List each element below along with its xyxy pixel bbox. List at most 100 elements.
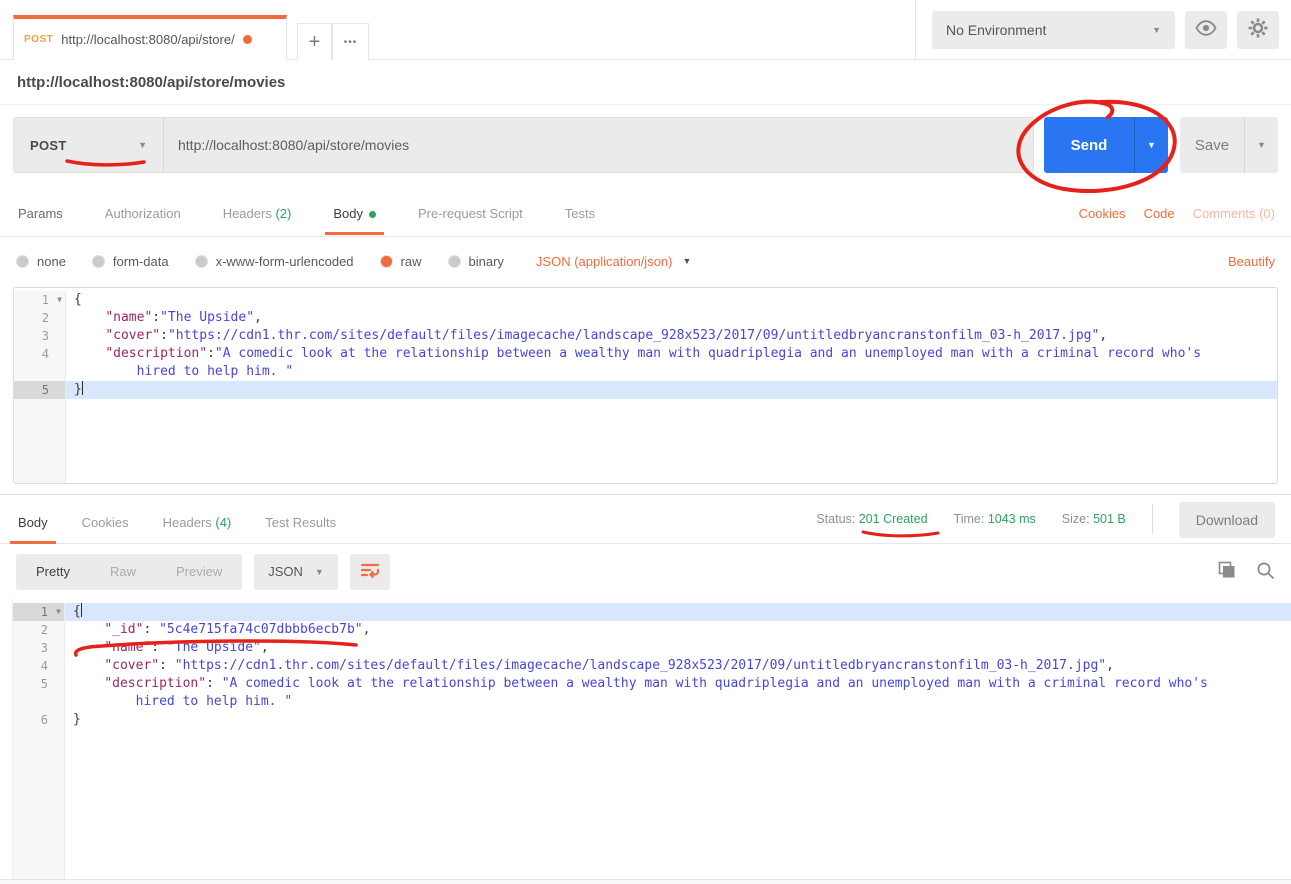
code-line-text[interactable]: }: [65, 711, 1291, 729]
code-line[interactable]: 5 "description": "A comedic look at the …: [13, 675, 1291, 693]
code-line-text[interactable]: {: [66, 291, 1277, 309]
environment-select[interactable]: No Environment ▼: [932, 11, 1175, 49]
code-line-text[interactable]: "_id": "5c4e715fa74c07dbbb6ecb7b",: [65, 621, 1291, 639]
text-cursor: [81, 603, 83, 617]
request-body-editor[interactable]: 1▼{2 "name":"The Upside",3 "cover":"http…: [13, 287, 1278, 484]
postman-app: POST http://localhost:8080/api/store/ + …: [0, 0, 1291, 884]
view-raw[interactable]: Raw: [90, 554, 156, 590]
line-number: 1▼: [14, 291, 66, 309]
url-bar: POST ▼ Send ▼ Save ▼: [0, 105, 1291, 185]
view-preview[interactable]: Preview: [156, 554, 242, 590]
tab-authorization[interactable]: Authorization: [103, 197, 183, 234]
chevron-down-icon: ▼: [682, 256, 691, 266]
line-number: 6: [13, 711, 65, 729]
divider: [1152, 504, 1153, 534]
code-link[interactable]: Code: [1144, 206, 1175, 221]
code-line[interactable]: 2 "_id": "5c4e715fa74c07dbbb6ecb7b",: [13, 621, 1291, 639]
response-meta-row: Body Cookies Headers (4) Test Results St…: [0, 494, 1291, 544]
code-line[interactable]: hired to help him. ": [13, 693, 1291, 711]
save-button[interactable]: Save: [1180, 117, 1244, 173]
url-input[interactable]: [163, 117, 1034, 173]
view-pretty[interactable]: Pretty: [16, 554, 90, 590]
code-line-text[interactable]: "cover": "https://cdn1.thr.com/sites/def…: [65, 657, 1291, 675]
environment-area: No Environment ▼: [915, 0, 1291, 59]
code-line-text[interactable]: "cover":"https://cdn1.thr.com/sites/defa…: [66, 327, 1277, 345]
headers-count: (2): [275, 206, 291, 221]
beautify-link[interactable]: Beautify: [1228, 254, 1275, 269]
horizontal-scrollbar[interactable]: [0, 879, 1291, 884]
copy-button[interactable]: [1218, 561, 1236, 582]
send-button-group: Send ▼: [1044, 117, 1168, 173]
fold-icon[interactable]: ▼: [56, 603, 61, 621]
method-select[interactable]: POST ▼: [13, 117, 163, 173]
top-bar: POST http://localhost:8080/api/store/ + …: [0, 0, 1291, 60]
cookies-link[interactable]: Cookies: [1079, 206, 1126, 221]
send-button[interactable]: Send: [1044, 117, 1134, 173]
code-line-text[interactable]: "description":"A comedic look at the rel…: [66, 345, 1277, 363]
code-line-text[interactable]: "name":"The Upside",: [66, 309, 1277, 327]
code-line[interactable]: 1▼{: [14, 291, 1277, 309]
environment-quick-look-button[interactable]: [1185, 11, 1227, 49]
response-body-editor[interactable]: 1▼{2 "_id": "5c4e715fa74c07dbbb6ecb7b",3…: [12, 599, 1291, 884]
save-options-button[interactable]: ▼: [1244, 117, 1278, 173]
code-line-text[interactable]: }: [66, 381, 1277, 399]
response-format-value: JSON: [268, 564, 303, 579]
line-number: 3: [14, 327, 66, 345]
tab-params[interactable]: Params: [16, 197, 65, 234]
radio-icon: [16, 255, 29, 268]
code-line-text[interactable]: {: [65, 603, 1291, 621]
tab-test-results[interactable]: Test Results: [263, 506, 338, 543]
line-number: 4: [14, 345, 66, 363]
tab-response-headers[interactable]: Headers (4): [161, 506, 234, 543]
code-line[interactable]: 3 "name": "The Upside",: [13, 639, 1291, 657]
tab-headers[interactable]: Headers (2): [221, 197, 294, 234]
request-tab[interactable]: POST http://localhost:8080/api/store/: [13, 15, 287, 60]
tab-response-cookies[interactable]: Cookies: [80, 506, 131, 543]
download-button[interactable]: Download: [1179, 502, 1275, 538]
chevron-down-icon: ▼: [138, 140, 147, 150]
tab-method-badge: POST: [24, 34, 53, 45]
code-line-text[interactable]: "name": "The Upside",: [65, 639, 1291, 657]
code-line-text[interactable]: hired to help him. ": [65, 693, 1291, 711]
editor-empty-area[interactable]: [13, 729, 1291, 884]
time-value: 1043 ms: [988, 512, 1036, 526]
more-tabs-button[interactable]: •••: [332, 23, 369, 60]
search-button[interactable]: [1256, 561, 1275, 583]
editor-empty-area[interactable]: [14, 399, 1277, 483]
code-line-text[interactable]: "description": "A comedic look at the re…: [65, 675, 1291, 693]
code-line[interactable]: 6}: [13, 711, 1291, 729]
tab-body[interactable]: Body: [331, 197, 378, 234]
code-line[interactable]: 4 "cover": "https://cdn1.thr.com/sites/d…: [13, 657, 1291, 675]
send-options-button[interactable]: ▼: [1134, 117, 1168, 173]
code-line[interactable]: 4 "description":"A comedic look at the r…: [14, 345, 1277, 363]
content-type-select[interactable]: JSON (application/json) ▼: [536, 254, 691, 269]
request-tab-strip: POST http://localhost:8080/api/store/ + …: [0, 0, 915, 59]
tab-response-body[interactable]: Body: [16, 506, 50, 543]
body-mode-binary[interactable]: binary: [448, 254, 504, 269]
code-line-text[interactable]: hired to help him. ": [66, 363, 1277, 381]
code-line[interactable]: 2 "name":"The Upside",: [14, 309, 1277, 327]
radio-selected-icon: [380, 255, 393, 268]
fold-icon[interactable]: ▼: [57, 291, 62, 309]
tab-pre-request-script[interactable]: Pre-request Script: [416, 197, 525, 234]
line-number: [13, 693, 65, 711]
code-line[interactable]: 1▼{: [13, 603, 1291, 621]
code-line[interactable]: hired to help him. ": [14, 363, 1277, 381]
new-tab-button[interactable]: +: [297, 23, 332, 60]
status-badge: Status: 201 Created: [816, 512, 927, 526]
body-mode-raw[interactable]: raw: [380, 254, 422, 269]
comments-link[interactable]: Comments (0): [1193, 206, 1275, 221]
wrap-text-button[interactable]: [350, 554, 390, 590]
code-line[interactable]: 3 "cover":"https://cdn1.thr.com/sites/de…: [14, 327, 1277, 345]
response-toolbar: Pretty Raw Preview JSON ▼: [0, 544, 1291, 599]
code-line[interactable]: 5}: [14, 381, 1277, 399]
tab-tests[interactable]: Tests: [563, 197, 597, 234]
search-icon: [1256, 561, 1275, 583]
settings-button[interactable]: [1237, 11, 1279, 49]
body-mode-none[interactable]: none: [16, 254, 66, 269]
body-mode-urlencoded[interactable]: x-www-form-urlencoded: [195, 254, 354, 269]
response-format-select[interactable]: JSON ▼: [254, 554, 338, 590]
text-cursor: [82, 381, 84, 395]
body-mode-form-data[interactable]: form-data: [92, 254, 169, 269]
line-number: 5: [13, 675, 65, 693]
